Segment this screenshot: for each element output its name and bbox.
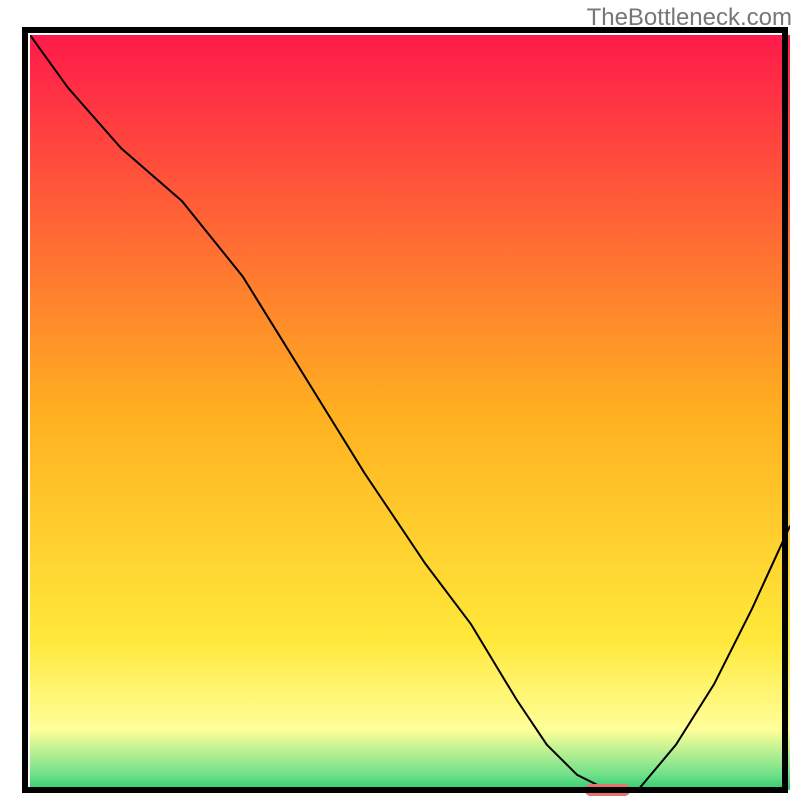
plot-background: [30, 35, 790, 790]
bottleneck-chart: [0, 0, 800, 800]
attribution-text: TheBottleneck.com: [587, 4, 792, 32]
